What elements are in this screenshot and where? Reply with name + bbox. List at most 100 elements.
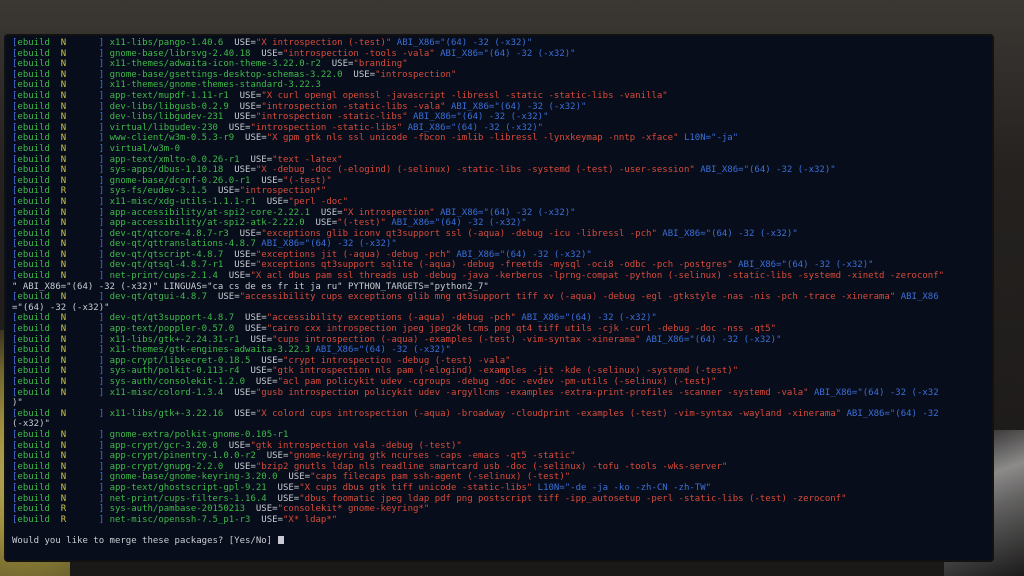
bracket-close: ] [98,260,105,271]
merge-flag: N [60,366,67,377]
bracket-close: ] [98,38,105,48]
use-label: USE= [331,59,354,70]
use-label: USE= [234,461,256,472]
merge-prompt[interactable]: Would you like to merge these packages? … [12,535,988,547]
package-atom: dev-qt/qt3support-4.8.7 [109,313,235,324]
merge-prompt-text: Would you like to merge these packages? … [12,535,273,546]
ebuild-label: ebuild [17,451,50,462]
bracket-close: ] [98,440,105,451]
bracket-close: ] [98,451,105,462]
bracket-close: ] [98,493,105,504]
use-flags: "introspection -static-libs -vala" [261,101,446,112]
terminal-line: [ebuild N ] gnome-extra/polkit-gnome-0.1… [12,430,988,441]
merge-flag: N [60,112,67,123]
use-label: USE= [250,366,273,377]
use-label: USE= [250,154,273,165]
bracket-close: ] [98,175,105,186]
use-flags: "cups introspection (-aqua) -examples (-… [272,334,641,345]
terminal-screen[interactable]: [ebuild N ] x11-libs/pango-1.40.6 USE="X… [6,36,992,560]
abi-flags: ABI_X86="(64) -32 (-x32)" [440,207,576,218]
use-label: USE= [217,186,240,197]
ebuild-label: ebuild [17,48,50,59]
merge-flag: N [60,260,67,271]
ebuild-label: ebuild [17,324,50,335]
terminal-line: [ebuild N ] app-text/mupdf-1.11-r1 USE="… [12,91,988,102]
use-flags: "branding" [353,59,408,70]
bracket-close: ] [98,69,105,80]
terminal-line: [ebuild N ] dev-qt/qtsql-4.8.7-r1 USE="e… [12,260,988,271]
package-atom: x11-themes/adwaita-icon-theme-3.22.0-r2 [109,59,321,70]
use-label: USE= [234,408,256,419]
merge-flag: N [60,355,67,366]
use-label: USE= [353,69,376,80]
ebuild-label: ebuild [17,69,50,80]
package-atom: app-crypt/gcr-3.20.0 [109,440,218,451]
package-atom: net-print/cups-filters-1.16.4 [109,493,267,504]
abi-flags: ABI_X86 [900,292,939,303]
merge-flag: N [60,48,67,59]
ebuild-label: ebuild [17,90,50,101]
use-label: USE= [250,334,273,345]
terminal-line: [ebuild N ] dev-qt/qttranslations-4.8.7 … [12,239,988,250]
bracket-close: ] [98,461,105,472]
use-label: USE= [255,504,278,515]
abi-flags: ABI_X86="(64) -32 (-x32)" [391,218,527,229]
use-label: USE= [245,313,267,324]
abi-flags: ABI_X86="(64) -32 (-x32)" [456,249,592,260]
package-atom: gnome-base/gnome-keyring-3.20.0 [109,472,278,483]
package-atom: dev-libs/libgudev-231 [109,112,224,123]
use-label: USE= [261,175,283,186]
bracket-close: ] [98,377,105,387]
terminal-line: [ebuild N ] app-crypt/libsecret-0.18.5 U… [12,356,988,367]
package-atom: sys-auth/polkit-0.113-r4 [109,366,240,377]
bracket-close: ] [98,112,105,123]
bracket-close: ] [98,228,105,239]
bracket-close: ] [98,143,105,154]
terminal-line: [ebuild N ] virtual/libgudev-230 USE="in… [12,123,988,134]
terminal-line: [ebuild N ] gnome-base/librsvg-2.40.18 U… [12,49,988,60]
terminal-line: [ebuild N ] app-accessibility/at-spi2-co… [12,208,988,219]
use-flags: "(-test)" [282,175,332,186]
use-flags: "perl -doc" [288,196,349,207]
use-label: USE= [234,249,256,260]
merge-flag: N [60,90,67,101]
use-label: USE= [315,218,338,229]
use-flags: "cairo cxx introspection jpeg jpeg2k lcm… [266,324,777,335]
use-label: USE= [239,101,262,112]
use-flags: "X curl opengl openssl -javascript -libr… [261,90,668,101]
merge-flag: N [60,143,67,154]
use-flags: "exceptions glib iconv qt3support ssl (-… [261,228,657,239]
use-flags: "exceptions qt3support sqlite (-aqua) -d… [255,260,733,271]
merge-flag: N [60,345,67,356]
ebuild-label: ebuild [17,271,50,282]
bracket-close: ] [98,101,105,112]
terminal-output: [ebuild N ] x11-libs/pango-1.40.6 USE="X… [12,38,988,547]
merge-flag: N [60,59,67,70]
abi-flags: ABI_X86="(64) -32 (-x32)" [700,165,836,176]
bracket-close: ] [98,472,105,483]
use-flags: "text -latex" [272,154,343,165]
bracket-close: ] [98,345,105,356]
ebuild-label: ebuild [17,334,50,345]
abi-flags: ABI_X86="(64) -32 [846,408,939,419]
use-flags: "introspection -static-libs" [250,122,403,133]
bracket-close: ] [98,324,105,335]
ebuild-label: ebuild [17,143,50,154]
terminal-line: [ebuild R ] sys-auth/pambase-20150213 US… [12,504,988,515]
ebuild-label: ebuild [17,112,50,123]
terminal-line: [ebuild N ] app-crypt/gnupg-2.2.0 USE="b… [12,462,988,473]
use-flags: "introspection" [375,69,457,80]
bracket-close: ] [98,482,105,493]
use-label: USE= [234,387,256,398]
ebuild-label: ebuild [17,207,50,218]
merge-flag: N [60,80,67,91]
ebuild-label: ebuild [17,154,50,165]
line-continuation: ="(64) -32 (-x32)" [12,302,110,313]
use-flags: "X introspection" [342,207,435,218]
use-label: USE= [239,90,262,101]
abi-flags: ABI_X86="(64) -32 (-x32)" [413,112,549,123]
ebuild-label: ebuild [17,218,50,229]
use-flags: "dbus foomatic jpeg ldap pdf png postscr… [299,493,847,504]
terminal-line: [ebuild N ] dev-qt/qtscript-4.8.7 USE="e… [12,250,988,261]
abi-flags: ABI_X86="(64) -32 (-x32)" [521,313,657,324]
